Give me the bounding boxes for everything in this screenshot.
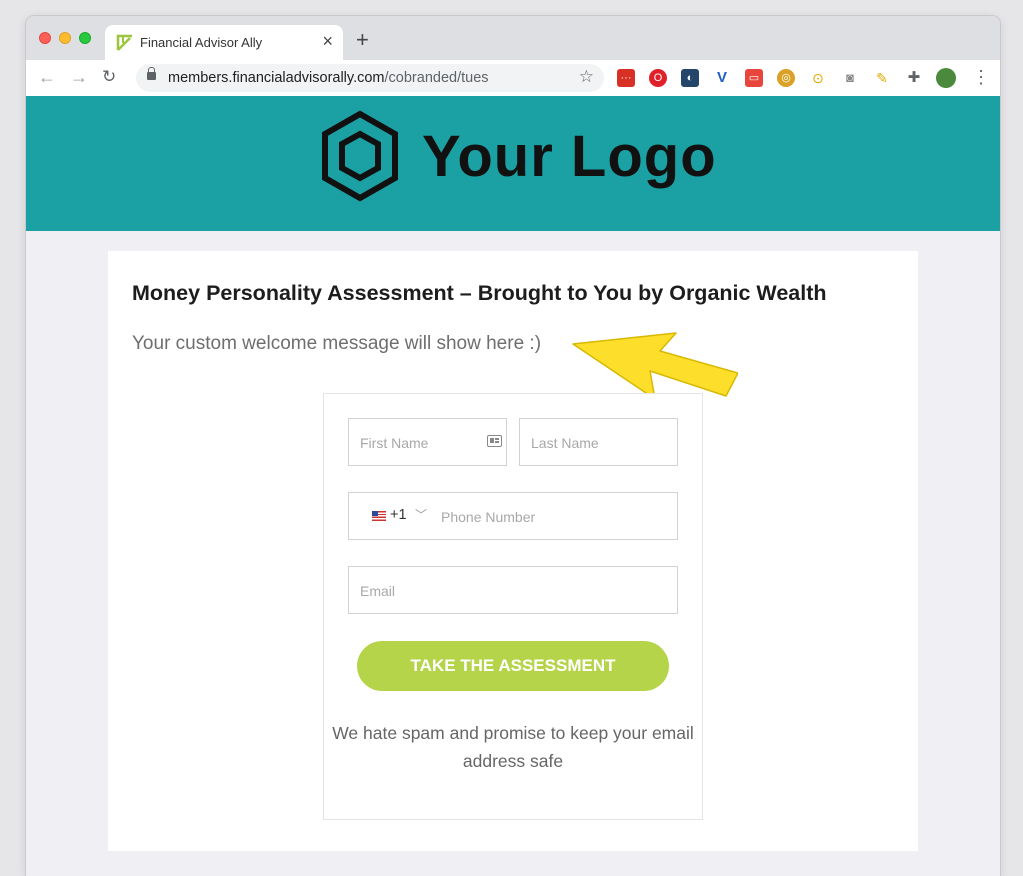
spam-disclaimer: We hate spam and promise to keep your em…: [332, 723, 694, 771]
ext-globe-icon[interactable]: ◎: [777, 69, 795, 87]
camera-icon[interactable]: ◙: [841, 69, 859, 87]
browser-tab[interactable]: Financial Advisor Ally ×: [105, 25, 343, 60]
broom-icon[interactable]: ✎: [873, 69, 891, 87]
ext-record-icon[interactable]: ▭: [745, 69, 763, 87]
ext-blue-icon[interactable]: ◐: [681, 69, 699, 87]
tab-close-icon[interactable]: ×: [322, 31, 333, 51]
hexagon-logo-icon: [322, 110, 398, 202]
logo-text: Your Logo: [422, 124, 717, 189]
browser-window: Financial Advisor Ally × + ← → ↻ members…: [26, 16, 1000, 876]
opera-icon[interactable]: O: [649, 69, 667, 87]
last-name-placeholder: Last Name: [531, 435, 599, 451]
address-bar[interactable]: members.financialadvisorally.com/cobrand…: [136, 64, 604, 92]
signup-form: First Name Last Name +1 ﹀ Phone Number E…: [323, 393, 703, 820]
last-name-field[interactable]: Last Name: [519, 418, 678, 466]
close-window-button[interactable]: [39, 32, 51, 44]
us-flag-icon[interactable]: [372, 511, 386, 521]
url-path: /cobranded/tues: [384, 70, 489, 86]
browser-toolbar: ← → ↻ members.financialadvisorally.com/c…: [26, 60, 1000, 97]
reload-button[interactable]: ↻: [102, 65, 116, 89]
country-code[interactable]: +1: [390, 507, 407, 523]
take-assessment-button[interactable]: TAKE THE ASSESSMENT: [357, 641, 669, 691]
url-text: members.financialadvisorally.com/cobrand…: [168, 70, 489, 86]
first-name-field[interactable]: First Name: [348, 418, 507, 466]
page-title: Money Personality Assessment – Brought t…: [132, 281, 827, 305]
ext-v-icon[interactable]: V: [713, 69, 731, 87]
logo-banner: Your Logo: [26, 96, 1000, 231]
bookmark-star-icon[interactable]: ☆: [579, 67, 594, 87]
tab-strip: Financial Advisor Ally × +: [26, 16, 1000, 60]
phone-placeholder: Phone Number: [441, 509, 536, 525]
back-button[interactable]: ←: [38, 65, 56, 89]
assessment-card: Money Personality Assessment – Brought t…: [108, 251, 918, 851]
url-host: members.financialadvisorally.com: [168, 70, 385, 86]
new-tab-button[interactable]: +: [356, 28, 369, 52]
tab-title: Financial Advisor Ally: [140, 35, 263, 50]
minimize-window-button[interactable]: [59, 32, 71, 44]
puzzle-icon[interactable]: ✚: [905, 69, 923, 87]
maximize-window-button[interactable]: [79, 32, 91, 44]
browser-menu-icon[interactable]: ⋮: [972, 65, 990, 89]
ext-red-icon[interactable]: ···: [617, 69, 635, 87]
email-field[interactable]: Email: [348, 566, 678, 614]
forward-button[interactable]: →: [70, 65, 88, 89]
site-favicon-icon: [116, 34, 132, 51]
email-placeholder: Email: [360, 583, 396, 599]
contact-card-icon: [487, 435, 502, 447]
lock-icon: [147, 67, 156, 80]
chevron-down-icon[interactable]: ﹀: [415, 506, 427, 523]
profile-avatar[interactable]: [936, 68, 956, 88]
phone-field[interactable]: +1 ﹀ Phone Number: [348, 492, 678, 540]
welcome-message: Your custom welcome message will show he…: [132, 333, 542, 354]
ext-magnify-icon[interactable]: ⊙: [809, 69, 827, 87]
first-name-placeholder: First Name: [360, 435, 429, 451]
